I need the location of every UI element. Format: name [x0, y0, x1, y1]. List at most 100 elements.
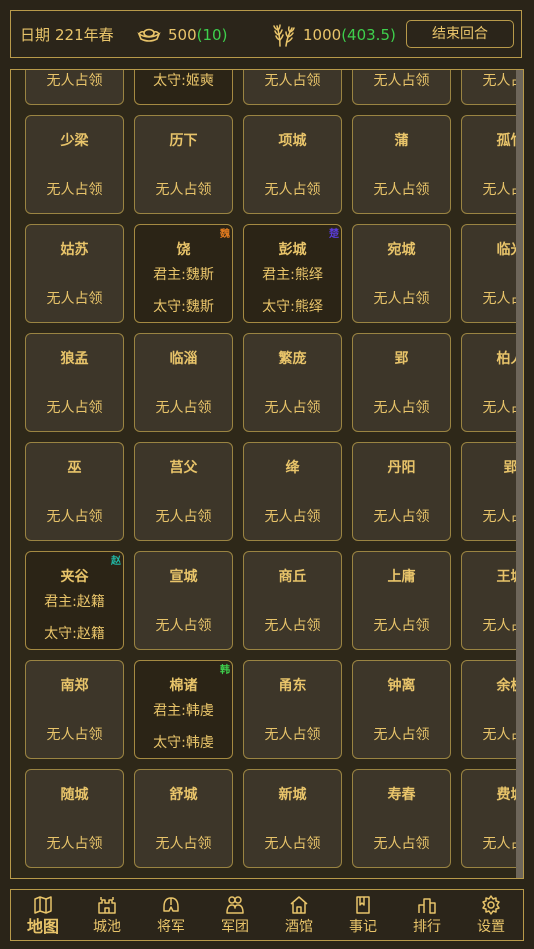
nav-tab-label: 酒馆	[285, 919, 313, 935]
city-status: 无人占领	[482, 73, 517, 89]
city-cell[interactable]: 舒城 无人占领	[134, 769, 233, 868]
city-status: 无人占领	[155, 400, 212, 416]
city-cell[interactable]: 狼孟 无人占领	[25, 333, 124, 432]
nav-tab-0[interactable]: 地图	[11, 890, 75, 940]
city-governor: 太守:姬奭	[153, 73, 214, 89]
nav-tab-label: 城池	[93, 919, 121, 935]
city-cell[interactable]: 历下 无人占领	[134, 115, 233, 214]
city-name: 随城	[60, 787, 89, 803]
nav-tab-4[interactable]: 酒馆	[267, 890, 331, 940]
city-cell[interactable]: 无人占领	[461, 70, 516, 105]
city-name: 夹谷	[60, 569, 89, 585]
nav-tab-label: 地图	[26, 917, 59, 936]
nav-tab-label: 将军	[157, 919, 185, 935]
city-cell[interactable]: 钟离 无人占领	[352, 660, 451, 759]
city-name: 蒲	[394, 133, 409, 149]
city-status: 无人占领	[373, 400, 430, 416]
city-status: 无人占领	[482, 291, 517, 307]
city-cell[interactable]: 无人占领	[25, 70, 124, 105]
city-status: 无人占领	[264, 836, 321, 852]
city-name: 姑苏	[60, 242, 89, 258]
city-name: 彭城	[278, 242, 307, 258]
city-cell[interactable]: 临光无人占领	[461, 224, 516, 323]
nav-tab-7[interactable]: 设置	[459, 890, 523, 940]
city-cell[interactable]: 随城 无人占领	[25, 769, 124, 868]
city-name: 狼孟	[60, 351, 89, 367]
city-cell[interactable]: 饶君主:魏斯 太守:魏斯 魏	[134, 224, 233, 323]
city-status: 无人占领	[264, 727, 321, 743]
grain-income: (403.5)	[341, 26, 396, 44]
city-cell[interactable]: 太守:姬奭	[134, 70, 233, 105]
city-cell[interactable]: 蒲无人占领	[352, 115, 451, 214]
city-cell[interactable]: 新城 无人占领	[243, 769, 342, 868]
city-cell[interactable]: 余杭无人占领	[461, 660, 516, 759]
city-cell[interactable]: 费城无人占领	[461, 769, 516, 868]
city-cell[interactable]: 夹谷 君主:赵籍 太守:赵籍 赵	[25, 551, 124, 650]
city-status: 无人占领	[155, 182, 212, 198]
city-cell[interactable]: 棉诸 君主:韩虔 太守:韩虔 韩	[134, 660, 233, 759]
date-label: 日期	[20, 26, 51, 44]
city-cell[interactable]: 郢无人占领	[461, 442, 516, 541]
city-cell[interactable]: 莒父 无人占领	[134, 442, 233, 541]
city-name: 饶	[176, 242, 191, 258]
city-status: 无人占领	[46, 400, 103, 416]
nav-tab-label: 设置	[477, 919, 505, 935]
city-status: 无人占领	[46, 836, 103, 852]
city-status: 无人占领	[264, 509, 321, 525]
city-name: 南郑	[60, 678, 89, 694]
nav-tab-6[interactable]: 排行	[395, 890, 459, 940]
city-name: 项城	[278, 133, 307, 149]
city-cell[interactable]: 王城无人占领	[461, 551, 516, 650]
city-name: 郢	[394, 351, 409, 367]
city-name: 临淄	[169, 351, 198, 367]
city-cell[interactable]: 繁庞 无人占领	[243, 333, 342, 432]
city-cell[interactable]: 无人占领	[243, 70, 342, 105]
city-status: 无人占领	[264, 400, 321, 416]
city-cell[interactable]: 孤竹无人占领	[461, 115, 516, 214]
city-status: 无人占领	[373, 727, 430, 743]
city-status: 无人占领	[46, 73, 103, 89]
city-cell[interactable]: 姑苏 无人占领	[25, 224, 124, 323]
faction-badge: 韩	[220, 665, 230, 676]
city-cell[interactable]: 丹阳 无人占领	[352, 442, 451, 541]
city-governor: 太守:韩虔	[153, 735, 214, 751]
city-cell[interactable]: 无人占领	[352, 70, 451, 105]
nav-tab-1[interactable]: 城池	[75, 890, 139, 940]
wheat-icon	[271, 22, 297, 48]
city-map-panel[interactable]: 无人占领太守:姬奭无人占领无人占领无人占领少梁无人占领历下无人占领项城无人占领蒲…	[10, 69, 524, 879]
city-cell[interactable]: 宣城 无人占领	[134, 551, 233, 650]
city-cell[interactable]: 临淄 无人占领	[134, 333, 233, 432]
city-cell[interactable]: 郢无人占领	[352, 333, 451, 432]
city-name: 繁庞	[278, 351, 307, 367]
city-cell[interactable]: 寿春 无人占领	[352, 769, 451, 868]
city-cell[interactable]: 南郑 无人占领	[25, 660, 124, 759]
city-name: 丹阳	[387, 460, 416, 476]
city-cell[interactable]: 项城 无人占领	[243, 115, 342, 214]
city-name: 柏人	[496, 351, 517, 367]
map-scrollbar[interactable]	[516, 70, 523, 878]
city-name: 舒城	[169, 787, 198, 803]
city-cell[interactable]: 宛城 无人占领	[352, 224, 451, 323]
city-ruler: 君主:魏斯	[153, 267, 214, 283]
city-status: 无人占领	[46, 727, 103, 743]
city-cell[interactable]: 商丘 无人占领	[243, 551, 342, 650]
date-value: 221年春	[55, 26, 114, 44]
city-cell[interactable]: 巫无人占领	[25, 442, 124, 541]
city-cell[interactable]: 上庸 无人占领	[352, 551, 451, 650]
gold-ingot-icon	[137, 24, 161, 44]
nav-tab-2[interactable]: 将军	[139, 890, 203, 940]
city-name: 新城	[278, 787, 307, 803]
nav-tab-5[interactable]: 事记	[331, 890, 395, 940]
city-ruler: 君主:赵籍	[44, 594, 105, 610]
city-name: 临光	[496, 242, 517, 258]
city-name: 余杭	[496, 678, 517, 694]
end-turn-button[interactable]: 结束回合	[406, 20, 514, 48]
nav-tab-3[interactable]: 军团	[203, 890, 267, 940]
city-cell[interactable]: 甬东 无人占领	[243, 660, 342, 759]
city-cell[interactable]: 柏人无人占领	[461, 333, 516, 432]
city-cell[interactable]: 彭城 君主:熊绎 太守:熊绎 楚	[243, 224, 342, 323]
city-governor: 太守:熊绎	[262, 299, 323, 315]
city-cell[interactable]: 绛无人占领	[243, 442, 342, 541]
city-cell[interactable]: 少梁 无人占领	[25, 115, 124, 214]
city-status: 无人占领	[373, 73, 430, 89]
